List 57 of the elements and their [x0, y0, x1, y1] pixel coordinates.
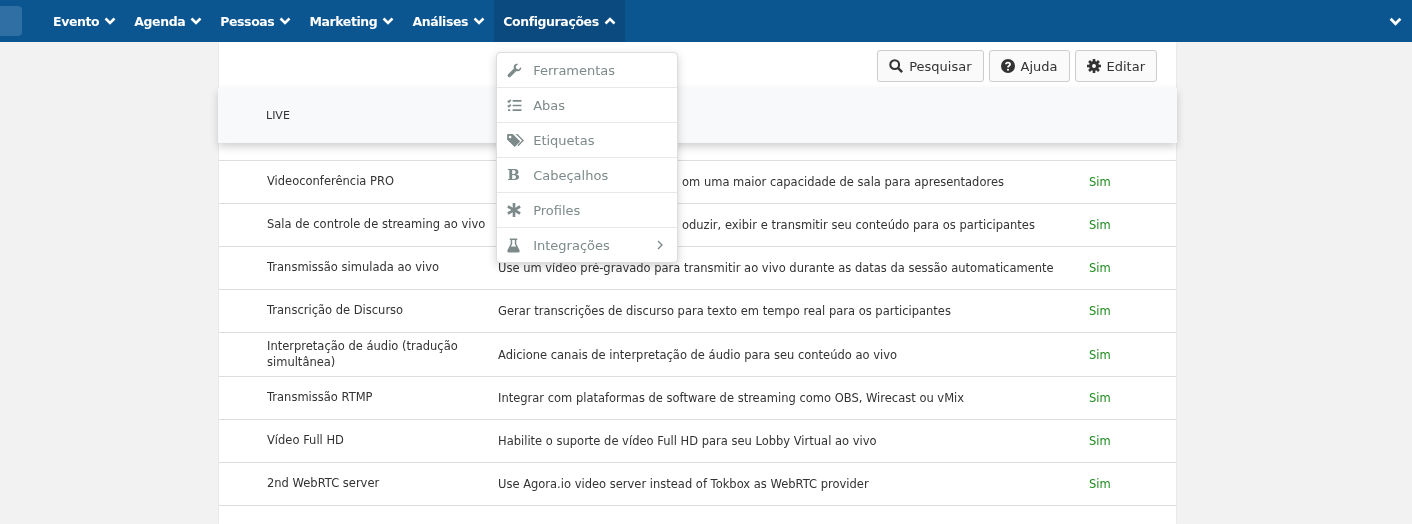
menu-item[interactable]: Profiles — [497, 192, 678, 227]
table-cell-text: 2nd WebRTC server — [267, 475, 381, 493]
menu-item[interactable]: Ferramentas — [497, 53, 678, 87]
table-cell: Integrar com plataformas de software de streaming como OBS, Wirecast ou vMix — [498, 391, 965, 406]
table-cell-text: Transcrição de Discurso — [267, 302, 405, 320]
flask-icon — [507, 237, 521, 253]
nav-menu-item[interactable]: Pessoas — [211, 0, 301, 42]
bold-icon: B — [507, 167, 520, 183]
table-cell: Sim — [1089, 434, 1111, 449]
nav-menu-item[interactable]: Configurações — [494, 0, 625, 42]
chevron-icon — [104, 17, 117, 25]
chevron-icon — [473, 17, 486, 25]
checklist-icon — [507, 98, 523, 112]
table-cell: Sim — [1089, 261, 1111, 275]
chevron-right-icon — [657, 240, 664, 250]
search-button[interactable]: Pesquisar — [877, 50, 984, 82]
nav-menu-item[interactable]: Evento — [44, 0, 126, 42]
table-cell: oduzir, exibir e transmitir seu conteúdo para os participantes — [682, 218, 1035, 232]
table-cell: Sim — [1089, 218, 1111, 232]
nav-menu-item[interactable]: Agenda — [125, 0, 212, 42]
gear-icon — [1086, 59, 1101, 73]
menu-item[interactable]: Integrações — [497, 227, 678, 262]
table-cell: om uma maior capacidade de sala para apresentadores — [682, 175, 1004, 189]
chevron-icon — [279, 17, 292, 25]
menu-item[interactable]: Etiquetas — [497, 122, 678, 157]
help-button[interactable]: Ajuda — [988, 50, 1070, 82]
table-cell-text: Transmissão RTMP — [267, 389, 374, 407]
help-icon — [1000, 59, 1015, 73]
menu-item[interactable]: B Cabeçalhos — [497, 157, 678, 192]
chevron-icon — [190, 17, 203, 25]
table-cell-text: Interpretação de áudio (tradução simultânea) — [267, 338, 459, 371]
chevron-icon — [382, 17, 395, 25]
asterisk-icon — [507, 203, 522, 217]
edit-button[interactable]: Editar — [1074, 50, 1157, 82]
table-cell: Sim — [1089, 347, 1111, 362]
wrench-icon — [507, 62, 523, 78]
table-cell: Sim — [1089, 391, 1111, 406]
search-icon — [889, 59, 904, 73]
nav-menu-item[interactable]: Análises — [403, 0, 495, 42]
table-cell: Sim — [1089, 477, 1111, 492]
table-cell: Sim — [1089, 175, 1111, 189]
menu-item[interactable]: Abas — [497, 87, 678, 122]
table-cell-text: Sala de controle de streaming ao vivo — [267, 216, 487, 234]
table-cell-text: Videoconferência PRO — [267, 173, 396, 191]
table-cell: Sim — [1089, 304, 1111, 318]
table-cell-text: Vídeo Full HD — [267, 432, 345, 450]
tags-icon — [507, 132, 527, 148]
table-cell: Use um vídeo pré-gravado para transmitir ao vivo durante as datas da sessão automaticamente — [498, 261, 1054, 275]
chevron-icon[interactable] — [1389, 16, 1402, 26]
table-cell: Use Agora.io video server instead of Tokbox as WebRTC provider — [498, 477, 869, 492]
chevron-icon — [603, 17, 616, 25]
table-cell: Habilite o suporte de vídeo Full HD para seu Lobby Virtual ao vivo — [498, 434, 877, 449]
table-cell: Adicione canais de interpretação de áudio para seu conteúdo ao vivo — [498, 347, 897, 362]
table-cell: Gerar transcrições de discurso para texto em tempo real para os participantes — [498, 304, 951, 318]
section-title: LIVE — [266, 109, 290, 122]
nav-menu-item[interactable]: Marketing — [300, 0, 404, 42]
table-cell-text: Transmissão simulada ao vivo — [267, 259, 440, 277]
